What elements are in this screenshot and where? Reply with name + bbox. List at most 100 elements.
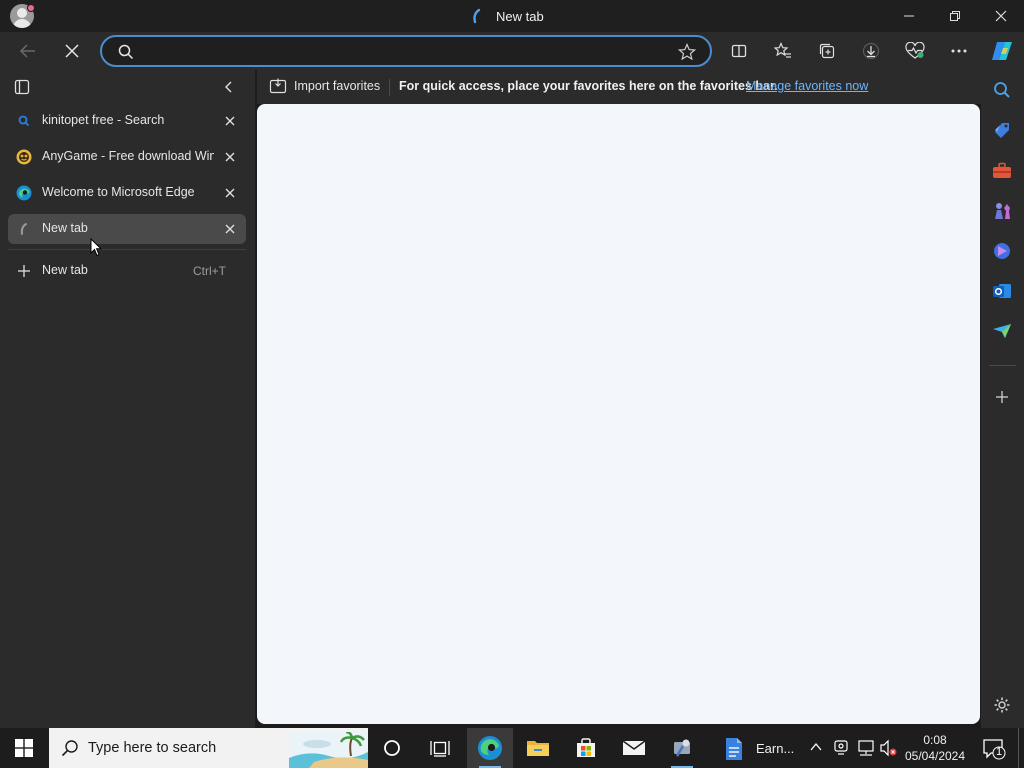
taskbar-clock[interactable]: 0:08 05/04/2024 [900,732,970,764]
notification-count: 1 [995,746,1003,758]
windows-taskbar: Type here to search Earn... 0:08 05/04/2… [0,728,1024,768]
show-hidden-icons-button[interactable] [809,740,823,754]
tools-briefcase-icon [993,162,1011,178]
show-desktop-button[interactable] [1018,728,1019,768]
stop-loading-button[interactable] [56,35,88,67]
restore-icon [950,11,960,21]
collapse-pane-button[interactable] [222,80,236,94]
close-icon [225,152,235,162]
tab-close-button[interactable] [222,149,238,165]
tray-meet-now-button[interactable] [834,740,848,756]
tab-title: kinitopet free - Search [42,113,165,127]
restore-button[interactable] [932,0,978,32]
file-explorer-button[interactable] [515,728,561,768]
favorites-star-list-icon [774,42,791,58]
volume-muted-icon [880,739,897,757]
browser-essentials-button[interactable] [899,35,931,67]
tab-item[interactable]: Welcome to Microsoft Edge [8,178,246,208]
favorites-button[interactable] [767,35,799,67]
drop-paper-plane-icon [993,324,1011,338]
tab-close-button[interactable] [222,221,238,237]
pinned-app-button[interactable] [659,728,705,768]
games-chess-icon [995,203,1010,219]
task-view-icon [430,741,450,757]
tab-close-button[interactable] [222,113,238,129]
add-icon [996,391,1008,403]
clock-date: 05/04/2024 [904,749,966,763]
search-favicon-icon [18,115,30,127]
close-window-button[interactable] [978,0,1024,32]
import-favorites-icon [269,78,287,94]
back-button[interactable] [12,35,44,67]
sidebar-outlook-button[interactable] [991,280,1013,302]
back-arrow-icon [19,44,35,58]
task-view-button[interactable] [417,728,463,768]
microsoft-store-button[interactable] [563,728,609,768]
mouse-cursor-icon [90,238,102,257]
star-favorite-icon[interactable] [678,43,696,61]
copilot-icon [992,42,1012,60]
notifications-button[interactable]: 1 [982,738,1006,760]
tab-item[interactable]: AnyGame - Free download Windows games [8,142,246,172]
network-icon [858,740,874,756]
tab-item[interactable]: kinitopet free - Search [8,106,246,136]
page-content [257,104,980,724]
mail-button[interactable] [611,728,657,768]
search-icon [118,44,134,60]
profile-notification-dot [27,4,35,12]
chevron-left-icon [225,81,232,93]
close-icon [995,10,1007,22]
tray-network-button[interactable] [857,739,875,757]
collections-button[interactable] [811,35,843,67]
address-bar[interactable] [100,35,712,67]
favorites-bar: Import favorites For quick access, place… [257,70,981,104]
sidebar-shopping-button[interactable] [991,120,1013,142]
tab-item-active[interactable]: New tab [8,214,246,244]
import-favorites-label[interactable]: Import favorites [294,79,380,93]
shopping-tag-icon [995,123,1009,138]
taskbar-search-box[interactable]: Type here to search [49,728,368,768]
chevron-up-icon [810,742,822,751]
new-tab-button[interactable]: New tab Ctrl+T [8,256,246,286]
sidebar-copilot-button[interactable] [991,240,1013,262]
sidebar-tools-button[interactable] [991,160,1013,182]
search-icon [994,82,1010,98]
address-input[interactable] [142,41,662,63]
tray-volume-button[interactable] [879,739,897,757]
earn-app-label: Earn... [756,741,795,756]
sidebar-settings-button[interactable] [991,694,1013,716]
favorites-bar-message: For quick access, place your favorites h… [399,79,778,93]
anygame-favicon-icon [16,149,32,165]
start-button[interactable] [1,728,47,768]
close-icon [225,116,235,126]
download-icon [862,42,880,60]
split-screen-button[interactable] [723,35,755,67]
copilot-button[interactable] [986,35,1018,67]
import-favorites-button[interactable] [269,78,287,94]
cortana-button[interactable] [369,728,415,768]
manage-favorites-link[interactable]: Manage favorites now [746,79,868,93]
settings-gear-icon [994,697,1010,713]
clock-time: 0:08 [923,733,947,747]
minimize-button[interactable] [886,0,932,32]
split-screen-icon [731,44,747,58]
tabs-divider [8,249,246,250]
settings-more-button[interactable] [943,35,975,67]
search-icon [61,740,78,757]
tab-actions-button[interactable] [14,79,30,95]
tab-close-button[interactable] [222,185,238,201]
sidebar-games-button[interactable] [991,200,1013,222]
sidebar-drop-button[interactable] [991,320,1013,342]
collections-icon [819,43,835,59]
title-bar: New tab [0,0,1024,32]
taskbar-edge-button[interactable] [467,728,513,768]
plus-icon [18,265,30,277]
close-icon [225,224,235,234]
tab-title: Welcome to Microsoft Edge [42,185,195,199]
windows-logo-icon [15,739,33,757]
tab-title: AnyGame - Free download Windows games [42,149,214,163]
sidebar-search-button[interactable] [991,79,1013,101]
downloads-button[interactable] [855,35,887,67]
sidebar-add-button[interactable] [991,386,1013,408]
new-tab-label: New tab [42,263,88,277]
